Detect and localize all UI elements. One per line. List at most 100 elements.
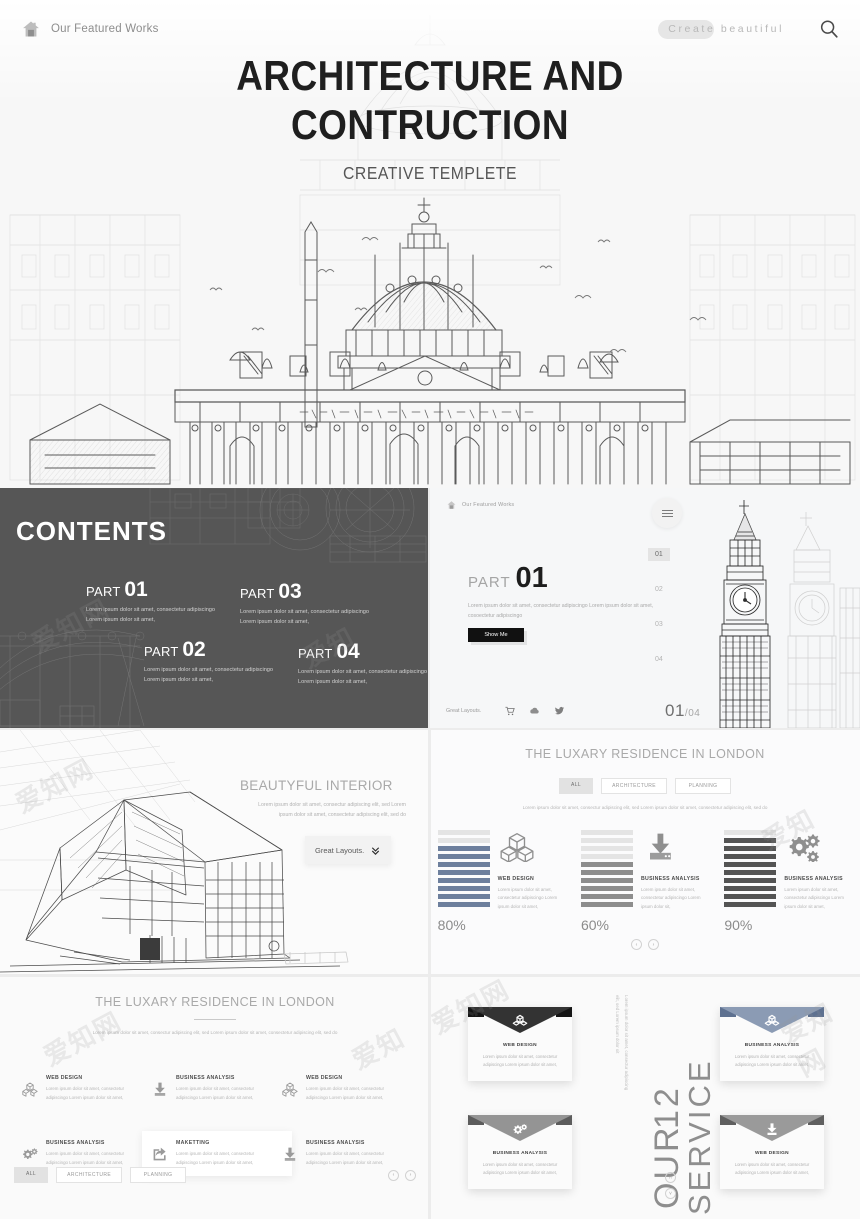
bar-percent-2: 60% [580, 917, 610, 933]
luxlist-title-light: RESIDENCE IN LONDON [177, 995, 335, 1009]
part01-counter-current: 01 [665, 701, 685, 720]
list-item-title: BUSINESS ANALYSIS [306, 1140, 365, 1147]
chevrons-down-icon [371, 846, 380, 855]
gears-icon [23, 1148, 38, 1160]
part01-footer-label: Great Layouts. [446, 708, 482, 714]
home-icon[interactable] [20, 19, 42, 39]
luxlist-filter-group: ALL ARCHITECTURE PLANNING [14, 1167, 187, 1183]
contents-part-02-heading: PART 02 [144, 638, 279, 662]
interior-description: Lorem ipsum dolor sit amet, consectur ad… [258, 802, 406, 819]
luxbars-title-light: RESIDENCE IN LONDON [607, 747, 765, 761]
cloud-icon[interactable] [529, 706, 540, 716]
part01-nav-04[interactable]: 04 [648, 653, 670, 666]
hero-subtitle: CREATIVE TEMPLETE [342, 163, 518, 184]
service-card-3[interactable]: BUSINESS ANALYSIS Lorem ipsum dolor sit … [468, 1115, 572, 1189]
service-card-2[interactable]: BUSINESS ANALYSIS Lorem ipsum dolor sit … [720, 1007, 824, 1081]
title-divider [194, 1019, 236, 1020]
contents-part-01-text: Lorem ipsum dolor sit amet, consectetur … [86, 607, 216, 623]
bar-text-3: Lorem ipsum dolor sit amet, consectetur … [784, 887, 844, 909]
boxes-icon [500, 833, 534, 862]
progress-bars-row: WEB DESIGN Lorem ipsum dolor sit amet, c… [430, 830, 860, 933]
chevron-up-icon[interactable]: ˄ [665, 1172, 676, 1183]
home-icon[interactable] [446, 500, 457, 510]
bar-label-2: BUSINESS ANALYSIS [640, 876, 700, 882]
contents-part-01[interactable]: PART 01 Lorem ipsum dolor sit amet, cons… [86, 578, 221, 626]
luxbars-filter-architecture[interactable]: ARCHITECTURE [601, 778, 668, 794]
list-item[interactable]: BUSINESS ANALYSIS Lorem ipsum dolor sit … [152, 1075, 282, 1102]
service-card-text: Lorem ipsum dolor sit amet, consectetur … [734, 1162, 810, 1176]
great-layouts-button[interactable]: Great Layouts. [305, 836, 391, 864]
contents-part-02-label: PART [144, 644, 179, 659]
part01-slide: Our Featured Works PART 01 Lorem ipsum d… [430, 488, 860, 728]
contents-part-04-number: 04 [336, 640, 360, 663]
hero-title-line-2: CONTRUCTION [291, 100, 569, 148]
twitter-icon[interactable] [554, 706, 565, 716]
big-ben-illustration [719, 500, 860, 728]
luxbars-filter-planning[interactable]: PLANNING [675, 778, 732, 794]
part01-nav-01[interactable]: 01 [648, 548, 670, 561]
list-item[interactable]: BUSINESS ANALYSIS Lorem ipsum dolor sit … [22, 1140, 152, 1167]
part01-footer: Great Layouts. [446, 706, 565, 716]
cart-icon[interactable] [505, 706, 516, 716]
service-pagination: ˄ ˅ [665, 1172, 676, 1199]
bar-label-1: WEB DESIGN [497, 876, 535, 882]
luxbars-pagination: ‹ › [430, 939, 860, 950]
part01-label: PART [468, 574, 511, 591]
hero-title-block: ARCHITECTURE AND CONTRUCTION CREATIVE TE… [0, 52, 860, 184]
chevron-left-icon[interactable]: ‹ [388, 1169, 399, 1181]
list-item[interactable]: BUSINESS ANALYSIS Lorem ipsum dolor sit … [282, 1140, 412, 1167]
hero-topbar: Our Featured Works Create beautiful [0, 0, 860, 58]
luxbars-filter-all[interactable]: ALL [558, 778, 594, 794]
service-card-4[interactable]: WEB DESIGN Lorem ipsum dolor sit amet, c… [720, 1115, 824, 1189]
list-item-title: MAKETTING [176, 1140, 210, 1147]
list-item-title: WEB DESIGN [306, 1075, 343, 1081]
luxlist-filter-all[interactable]: ALL [14, 1167, 49, 1183]
luxlist-filter-architecture[interactable]: ARCHITECTURE [56, 1167, 123, 1183]
hamburger-icon[interactable] [652, 498, 682, 528]
service-card-1[interactable]: WEB DESIGN Lorem ipsum dolor sit amet, c… [468, 1007, 572, 1081]
luxbars-title-bold: THE LUXARY [525, 747, 608, 761]
part01-nav-02[interactable]: 02 [648, 583, 670, 596]
download-icon [649, 833, 671, 860]
chevron-right-icon[interactable]: › [405, 1169, 416, 1181]
luxlist-title: THE LUXARY RESIDENCE IN LONDON [0, 977, 430, 1009]
list-item[interactable]: WEB DESIGN Lorem ipsum dolor sit amet, c… [22, 1075, 152, 1102]
list-item[interactable]: WEB DESIGN Lorem ipsum dolor sit amet, c… [282, 1075, 412, 1102]
contents-part-04-label: PART [298, 646, 333, 661]
list-item-title: BUSINESS ANALYSIS [46, 1140, 105, 1147]
search-icon[interactable] [818, 18, 840, 40]
boxes-icon [764, 1014, 780, 1026]
boxes-icon [512, 1014, 528, 1026]
bar-stack-90 [724, 830, 777, 907]
list-item-text: Lorem ipsum dolor sit amet, consectetur … [176, 1151, 255, 1165]
service-card-title: BUSINESS ANALYSIS [744, 1043, 800, 1048]
show-me-button[interactable]: Show Me [468, 628, 524, 642]
luxary-list-section: THE LUXARY RESIDENCE IN LONDON Lorem ips… [0, 977, 430, 1219]
service-vertical-description: Lorem ipsum dolor sit amet, consectur ad… [615, 995, 629, 1091]
share-icon [153, 1147, 166, 1161]
chevron-down-icon[interactable]: ˅ [665, 1188, 676, 1199]
contents-part-04[interactable]: PART 04 Lorem ipsum dolor sit amet, cons… [298, 640, 430, 688]
part01-nav-03[interactable]: 03 [648, 618, 670, 631]
hero-section: Our Featured Works Create beautiful ARCH… [0, 0, 860, 488]
contents-part-02[interactable]: PART 02 Lorem ipsum dolor sit amet, cons… [144, 638, 279, 686]
contents-part-03[interactable]: PART 03 Lorem ipsum dolor sit amet, cons… [240, 580, 375, 628]
boxes-icon [22, 1082, 38, 1097]
contents-section: CONTENTS PART 01 Lorem ipsum dolor sit a… [0, 488, 430, 728]
chevron-right-icon[interactable]: › [648, 939, 659, 950]
contents-part-03-label: PART [240, 586, 275, 601]
part01-counter-total: /04 [684, 708, 701, 719]
bar-text-1: Lorem ipsum dolor sit amet, consectetur … [497, 887, 558, 909]
part01-slide-counter: 01/04 [665, 701, 700, 721]
chevron-left-icon[interactable]: ‹ [631, 939, 642, 950]
part01-topbar: Our Featured Works [446, 500, 514, 510]
list-item-text: Lorem ipsum dolor sit amet, consectetur … [176, 1086, 255, 1100]
watermark: 爱知网 [39, 1006, 128, 1073]
interior-title: BEAUTYFUL INTERIOR [240, 778, 393, 793]
bar-group-business-analysis-2: BUSINESS ANALYSIS Lorem ipsum dolor sit … [724, 830, 852, 933]
contents-part-01-label: PART [86, 584, 121, 599]
luxlist-filter-planning[interactable]: PLANNING [130, 1167, 187, 1183]
interior-title-bold: BEAUTYFUL [240, 778, 322, 793]
gears-icon [513, 1124, 528, 1135]
service-card-text: Lorem ipsum dolor sit amet, consectetur … [482, 1162, 558, 1176]
